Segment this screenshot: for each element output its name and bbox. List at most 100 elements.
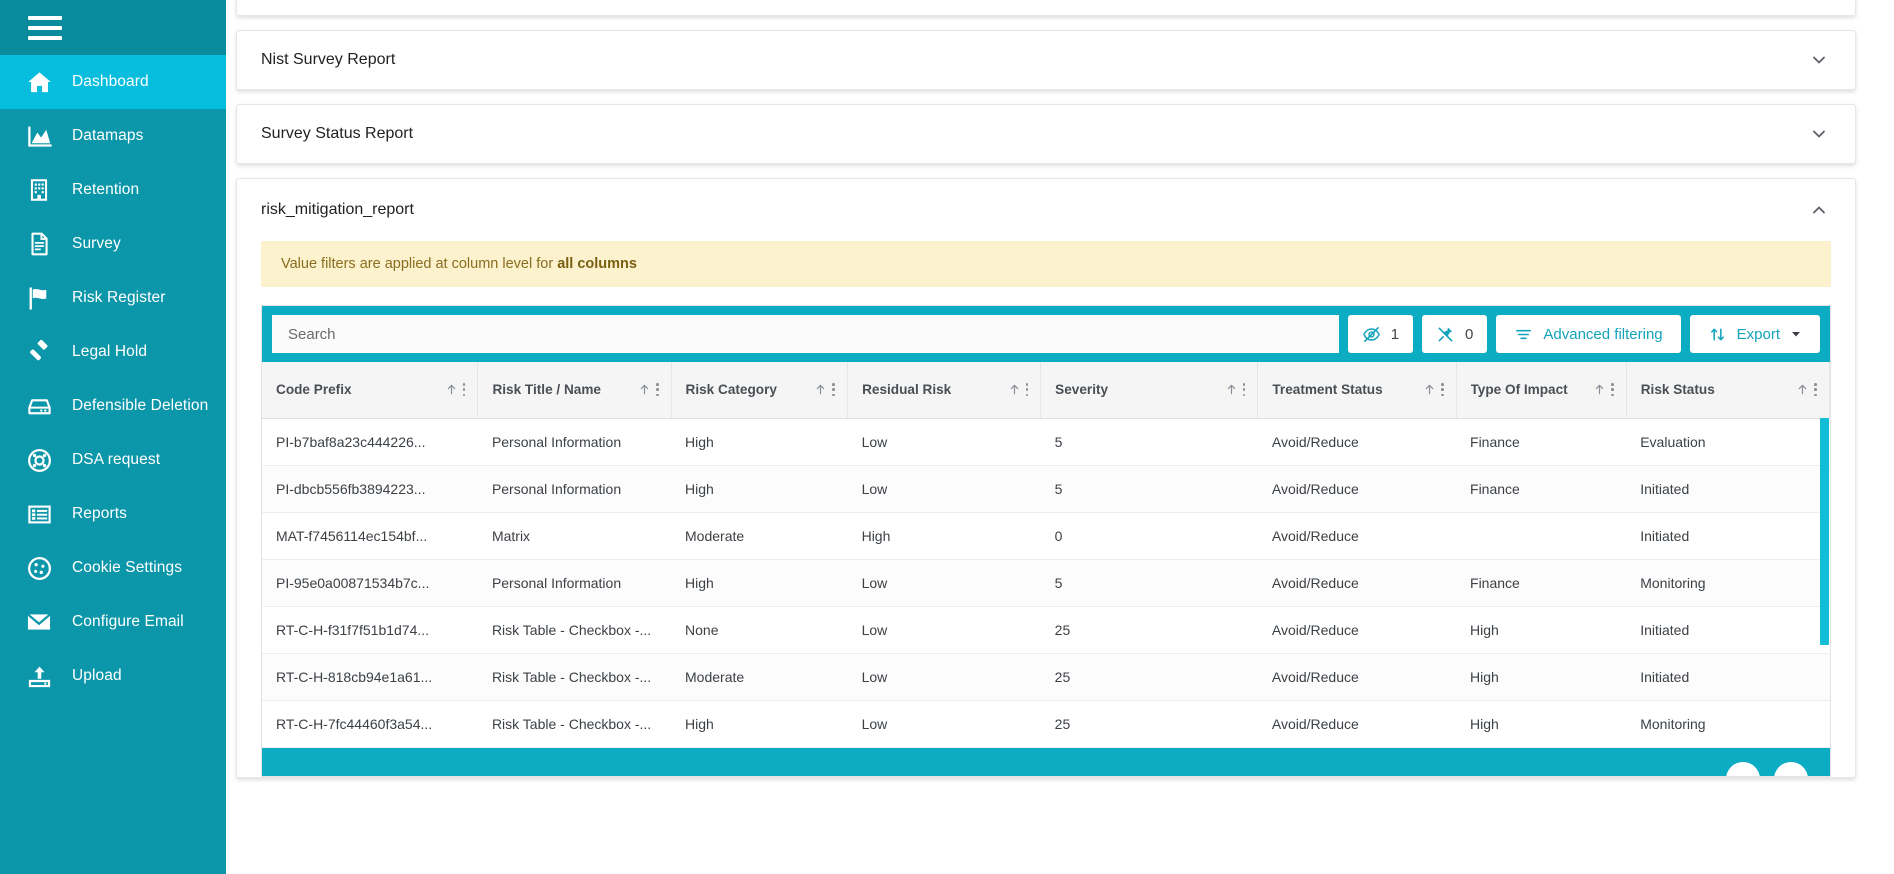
sidebar-item-reports[interactable]: Reports [0, 487, 226, 541]
sort-asc-arrow-icon[interactable] [1225, 383, 1238, 396]
accordion-header[interactable]: Nist Survey Report [237, 31, 1855, 89]
pagination-controls [1726, 761, 1808, 776]
export-label: Export [1736, 325, 1780, 343]
sidebar-item-label: Dashboard [72, 73, 149, 90]
table-cell: RT-C-H-818cb94e1a61... [262, 653, 478, 701]
sort-asc-arrow-icon[interactable] [1593, 383, 1606, 396]
chevron-up-icon[interactable] [1809, 200, 1829, 220]
table-cell: RT-C-H-f31f7f51b1d74... [262, 606, 478, 654]
sidebar-item-label: Configure Email [72, 613, 184, 630]
accordion-header[interactable]: risk_mitigation_report [237, 179, 1855, 241]
table-row[interactable]: MAT-f7456114ec154bf... Matrix Moderate High… [262, 512, 1830, 560]
sort-asc-arrow-icon[interactable] [814, 383, 827, 396]
grid-toolbar: 1 0 [262, 306, 1830, 362]
table-cell: Low [847, 606, 1041, 654]
accordion-header[interactable]: Survey Status Report [237, 105, 1855, 163]
home-icon [24, 67, 54, 97]
column-header-risk-title-name[interactable]: Risk Title / Name [477, 362, 672, 419]
kebab-menu-icon[interactable] [1611, 383, 1614, 397]
sidebar-item-risk-register[interactable]: Risk Register [0, 271, 226, 325]
table-row[interactable]: PI-95e0a00871534b7c... Personal Informati… [262, 559, 1830, 607]
kebab-menu-icon[interactable] [1814, 383, 1817, 397]
chevron-down-icon[interactable] [1809, 124, 1829, 144]
table-row[interactable]: RT-C-H-7fc44460f3a54... Risk Table - Chec… [262, 700, 1830, 748]
grid-scroll-area: Code Prefix Risk Title / Name Risk Categor… [262, 362, 1830, 748]
sidebar-item-survey[interactable]: Survey [0, 217, 226, 271]
pagination-prev-button[interactable] [1726, 761, 1760, 776]
table-row[interactable]: PI-b7baf8a23c444226... Personal Informati… [262, 418, 1830, 466]
vertical-scrollbar[interactable] [1820, 418, 1829, 747]
sidebar-item-datamaps[interactable]: Datamaps [0, 109, 226, 163]
pagination-next-button[interactable] [1774, 761, 1808, 776]
table-row[interactable]: RT-C-H-f31f7f51b1d74... Risk Table - Chec… [262, 606, 1830, 654]
sidebar-nav: Dashboard Datamaps Retention Survey Risk Reg… [0, 55, 226, 703]
advanced-filtering-button[interactable]: Advanced filtering [1496, 315, 1681, 353]
sidebar-item-dashboard[interactable]: Dashboard [0, 55, 226, 109]
sidebar-item-label: Upload [72, 667, 122, 684]
kebab-menu-icon[interactable] [1440, 383, 1444, 397]
accordion-panel-partial[interactable] [236, 0, 1856, 16]
table-cell: Finance [1456, 418, 1627, 466]
caret-down-icon[interactable] [1790, 328, 1802, 340]
hidden-columns-button[interactable]: 1 [1347, 315, 1414, 353]
table-cell: Moderate [671, 512, 848, 560]
column-header-type-of-impact[interactable]: Type Of Impact [1456, 362, 1627, 419]
accordion-panel-nist-survey-report[interactable]: Nist Survey Report [236, 30, 1856, 90]
accordion-panel-survey-status-report[interactable]: Survey Status Report [236, 104, 1856, 164]
table-cell: High [671, 465, 848, 513]
column-header-risk-status[interactable]: Risk Status [1626, 362, 1830, 419]
table-cell: None [671, 606, 848, 654]
table-cell: Avoid/Reduce [1257, 512, 1457, 560]
sidebar-item-label: Defensible Deletion [72, 397, 209, 414]
list-icon [24, 499, 54, 529]
table-row[interactable]: PI-dbcb556fb3894223... Personal Informati… [262, 465, 1830, 513]
sidebar-item-legal-hold[interactable]: Legal Hold [0, 325, 226, 379]
column-header-label: Risk Title / Name [492, 382, 601, 398]
sidebar-item-label: Risk Register [72, 289, 166, 306]
filter-icon [1514, 325, 1533, 344]
search-input[interactable] [272, 315, 1339, 353]
column-header-residual-risk[interactable]: Residual Risk [847, 362, 1042, 419]
table-body: PI-b7baf8a23c444226... Personal Informati… [262, 418, 1830, 748]
column-header-risk-category[interactable]: Risk Category [671, 362, 849, 419]
table-cell: Initiated [1626, 653, 1830, 701]
table-cell: Personal Information [477, 418, 672, 466]
table-cell: Finance [1456, 559, 1627, 607]
sidebar-item-configure-email[interactable]: Configure Email [0, 595, 226, 649]
kebab-menu-icon[interactable] [462, 383, 466, 397]
column-header-label: Severity [1055, 382, 1109, 398]
pinned-columns-button[interactable]: 0 [1422, 315, 1488, 353]
hamburger-icon[interactable] [28, 15, 62, 40]
column-header-severity[interactable]: Severity [1040, 362, 1259, 419]
table-cell: Personal Information [477, 465, 672, 513]
sidebar-item-dsa-request[interactable]: DSA request [0, 433, 226, 487]
kebab-menu-icon[interactable] [1242, 383, 1246, 397]
sidebar-item-upload[interactable]: Upload [0, 649, 226, 703]
cookie-icon [24, 553, 54, 583]
sort-asc-arrow-icon[interactable] [1008, 383, 1021, 396]
table-cell: Matrix [477, 512, 672, 560]
table-cell: Initiated [1626, 512, 1830, 560]
chevron-down-icon[interactable] [1809, 50, 1829, 70]
sidebar-item-retention[interactable]: Retention [0, 163, 226, 217]
column-header-label: Treatment Status [1272, 382, 1383, 398]
sidebar-item-cookie-settings[interactable]: Cookie Settings [0, 541, 226, 595]
sidebar-item-defensible-deletion[interactable]: Defensible Deletion [0, 379, 226, 433]
sort-asc-arrow-icon[interactable] [1796, 383, 1809, 396]
column-header-code-prefix[interactable]: Code Prefix [262, 362, 479, 419]
table-row[interactable]: RT-C-H-818cb94e1a61... Risk Table - Check… [262, 653, 1830, 701]
accordion-panel-risk-mitigation-report[interactable]: risk_mitigation_report Value filters are… [236, 178, 1856, 778]
export-button[interactable]: Export [1689, 315, 1820, 353]
column-header-treatment-status[interactable]: Treatment Status [1257, 362, 1457, 419]
document-icon [24, 229, 54, 259]
table-cell: 5 [1040, 465, 1258, 513]
sort-asc-arrow-icon[interactable] [1423, 383, 1436, 396]
kebab-menu-icon[interactable] [1025, 383, 1029, 397]
kebab-menu-icon[interactable] [655, 383, 659, 397]
scrollbar-thumb[interactable] [1820, 418, 1829, 645]
sort-asc-arrow-icon[interactable] [445, 383, 458, 396]
sidebar-item-label: Survey [72, 235, 121, 252]
kebab-menu-icon[interactable] [832, 383, 836, 397]
table-cell: High [671, 418, 848, 466]
sort-asc-arrow-icon[interactable] [638, 383, 651, 396]
